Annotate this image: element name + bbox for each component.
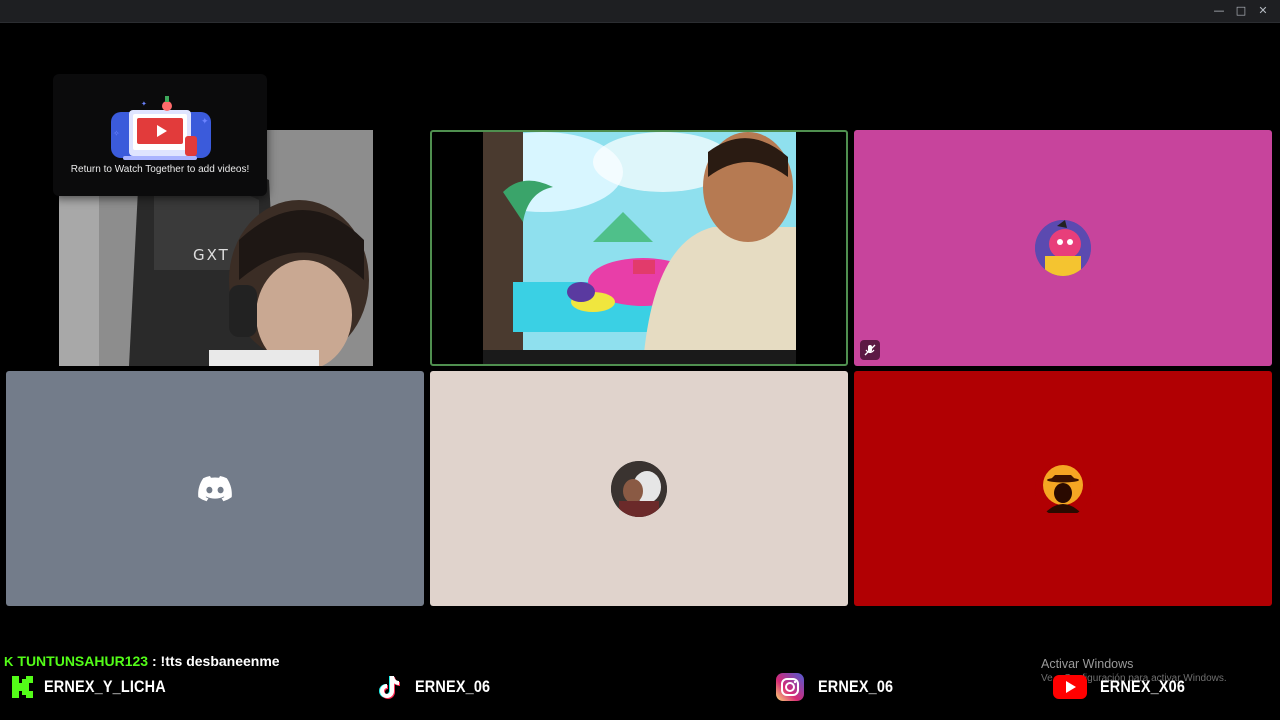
tiktok-handle: ERNEX_06 xyxy=(415,677,491,696)
avatar-tile-pink[interactable] xyxy=(854,130,1272,366)
watch-together-popup[interactable]: ✦ ✧ ✦ Return to Watch Together to add vi… xyxy=(53,74,267,196)
stream-overlay-bar: K TUNTUNSAHUR123 : !tts desbaneenme ERNEX… xyxy=(0,648,1280,720)
svg-text:✧: ✧ xyxy=(113,129,120,138)
svg-text:✦: ✦ xyxy=(141,100,147,108)
svg-text:✦: ✦ xyxy=(201,116,209,126)
chat-message: K TUNTUNSAHUR123 : !tts desbaneenme xyxy=(4,653,280,669)
avatar-tile-red[interactable] xyxy=(854,371,1272,606)
window-titlebar: — □ ✕ xyxy=(0,0,1280,23)
chair-brand-text: GXT xyxy=(193,246,230,264)
instagram-handle: ERNEX_06 xyxy=(818,677,894,696)
sunset-cowboy-avatar xyxy=(1035,460,1091,517)
close-icon[interactable]: ✕ xyxy=(1256,4,1270,18)
kick-icon: K xyxy=(4,654,14,669)
user-photo-avatar xyxy=(611,460,667,517)
kick-logo-icon xyxy=(10,674,36,700)
muted-mic-icon xyxy=(860,340,880,360)
chat-username: TUNTUNSAHUR123 xyxy=(17,653,149,669)
tiktok-logo-icon xyxy=(379,676,400,699)
window-controls: — □ ✕ xyxy=(1212,4,1270,18)
chat-separator: : xyxy=(148,653,161,669)
social-tiktok: ERNEX_06 xyxy=(377,674,504,700)
social-kick: ERNEX_Y_LICHA xyxy=(10,674,187,700)
discord-logo-icon xyxy=(187,461,243,517)
instagram-logo-icon xyxy=(776,673,804,701)
camera-scene xyxy=(463,132,796,364)
watch-together-illustration: ✦ ✧ ✦ xyxy=(111,96,211,160)
avatar-tile-photo[interactable] xyxy=(430,371,848,606)
social-instagram: ERNEX_06 xyxy=(776,673,907,701)
video-tile-camera-2[interactable] xyxy=(430,130,848,366)
youtube-logo-icon xyxy=(1053,675,1087,699)
youtube-handle: ERNEX_X06 xyxy=(1100,677,1186,696)
windows-activation-title: Activar Windows xyxy=(1041,657,1134,671)
chat-text: !tts desbaneenme xyxy=(160,653,280,669)
cartoon-avatar-icon xyxy=(1035,220,1091,276)
watch-together-message: Return to Watch Together to add videos! xyxy=(70,164,250,175)
kick-handle: ERNEX_Y_LICHA xyxy=(44,677,166,696)
avatar-tile-discord[interactable] xyxy=(6,371,424,606)
social-youtube: ERNEX_X06 xyxy=(1053,674,1200,700)
maximize-icon[interactable]: □ xyxy=(1234,4,1248,18)
minimize-icon[interactable]: — xyxy=(1212,4,1226,18)
camera-feed xyxy=(463,132,796,364)
